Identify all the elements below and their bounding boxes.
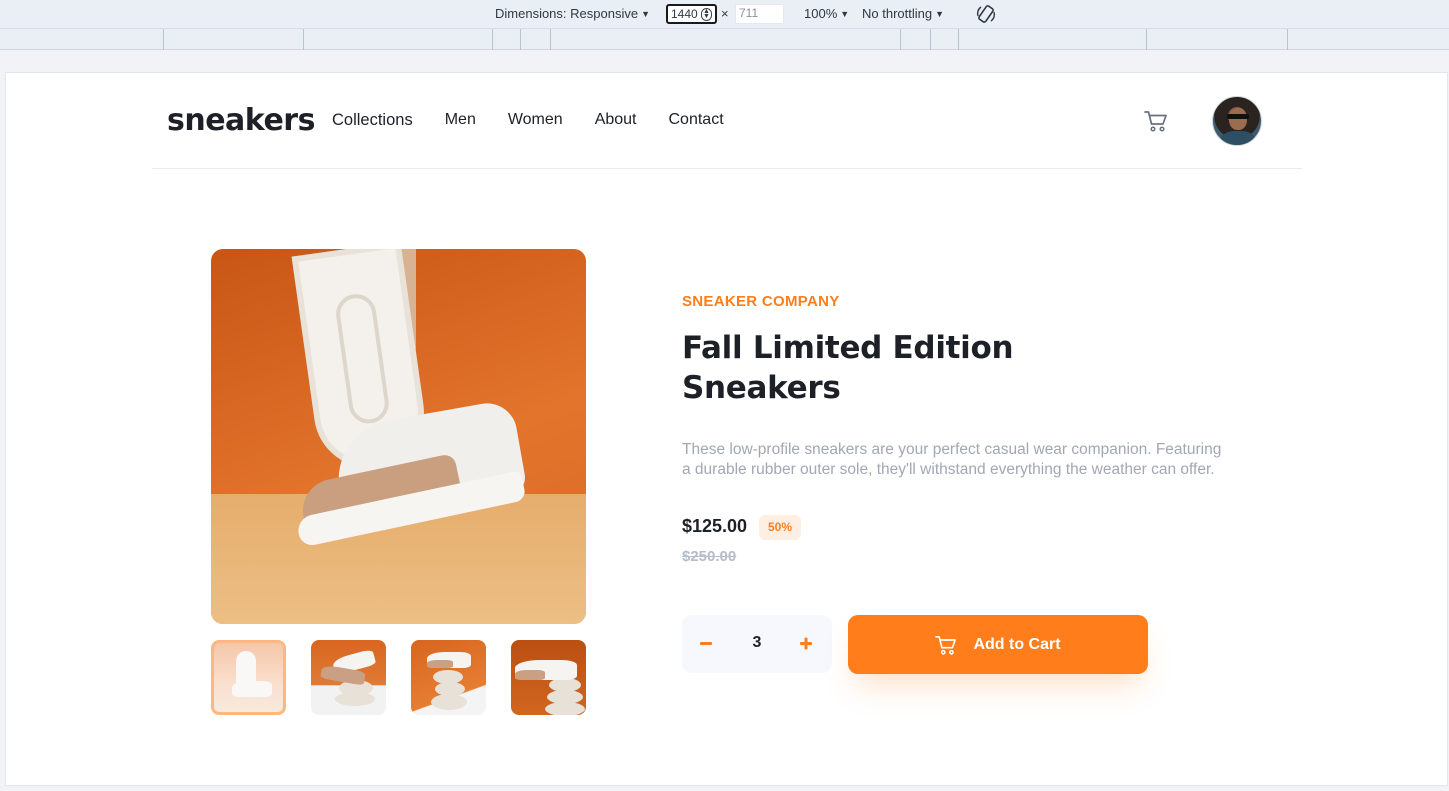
nav-link-women[interactable]: Women xyxy=(508,111,563,130)
nav-link-contact[interactable]: Contact xyxy=(669,111,724,130)
nav-link-men[interactable]: Men xyxy=(445,111,476,130)
company-label: SNEAKER COMPANY xyxy=(682,293,840,310)
times-label: × xyxy=(721,6,729,21)
thumbnail-2[interactable] xyxy=(311,640,386,715)
devtools-toolbar: Dimensions: Responsive ▼ 1440 ▲ ▼ × 711 1… xyxy=(0,0,1449,29)
dimensions-label: Dimensions: Responsive xyxy=(495,6,639,21)
chevron-down-icon: ▼ xyxy=(641,8,650,19)
thumbnail-3[interactable] xyxy=(411,640,486,715)
spinner-icon[interactable]: ▲ ▼ xyxy=(701,8,712,21)
product-description: These low-profile sneakers are your perf… xyxy=(682,441,1222,478)
throttling-label: No throttling xyxy=(862,6,933,21)
cart-icon[interactable] xyxy=(1144,110,1168,132)
cart-icon xyxy=(935,635,957,655)
discount-badge: 50% xyxy=(759,515,801,540)
nav-link-collections[interactable]: Collections xyxy=(332,111,413,130)
thumbnail-4[interactable] xyxy=(511,640,586,715)
page-viewport: sneakers Collections Men Women About Con… xyxy=(5,72,1448,786)
quantity-value: 3 xyxy=(752,634,762,651)
quantity-stepper: 3 xyxy=(682,615,832,673)
product-title: Fall Limited Edition Sneakers xyxy=(682,328,1102,408)
minus-icon[interactable] xyxy=(692,629,722,659)
nav-links: Collections Men Women About Contact xyxy=(332,111,756,130)
width-input[interactable]: 1440 ▲ ▼ xyxy=(666,4,717,24)
times-sign: × xyxy=(721,6,729,21)
dimensions-dropdown[interactable]: Dimensions: Responsive ▼ xyxy=(495,6,650,21)
height-input[interactable]: 711 xyxy=(735,4,784,24)
product-title-line-1: Fall Limited Edition xyxy=(682,330,1014,366)
plus-icon[interactable] xyxy=(792,629,822,659)
product-title-line-2: Sneakers xyxy=(682,370,841,406)
current-price: $125.00 xyxy=(682,516,748,536)
original-price: $250.00 xyxy=(682,548,737,565)
zoom-label: 100% xyxy=(804,6,838,21)
add-to-cart-label: Add to Cart xyxy=(973,635,1061,653)
width-value: 1440 xyxy=(671,7,698,21)
avatar[interactable] xyxy=(1212,96,1262,146)
chevron-down-icon: ▼ xyxy=(840,8,850,19)
thumbnail-list xyxy=(211,640,586,715)
height-value: 711 xyxy=(739,6,759,20)
nav-link-about[interactable]: About xyxy=(595,111,637,130)
throttling-dropdown[interactable]: No throttling ▼ xyxy=(862,6,944,21)
add-to-cart-button[interactable]: Add to Cart xyxy=(848,615,1148,674)
media-query-ruler xyxy=(0,29,1449,50)
rotate-icon[interactable] xyxy=(975,3,997,25)
product-main-image[interactable] xyxy=(211,249,586,624)
logo[interactable]: sneakers xyxy=(167,103,315,138)
chevron-down-icon: ▼ xyxy=(935,8,945,19)
thumbnail-1[interactable] xyxy=(211,640,286,715)
site-header: sneakers Collections Men Women About Con… xyxy=(152,73,1302,169)
zoom-dropdown[interactable]: 100% ▼ xyxy=(804,6,849,21)
